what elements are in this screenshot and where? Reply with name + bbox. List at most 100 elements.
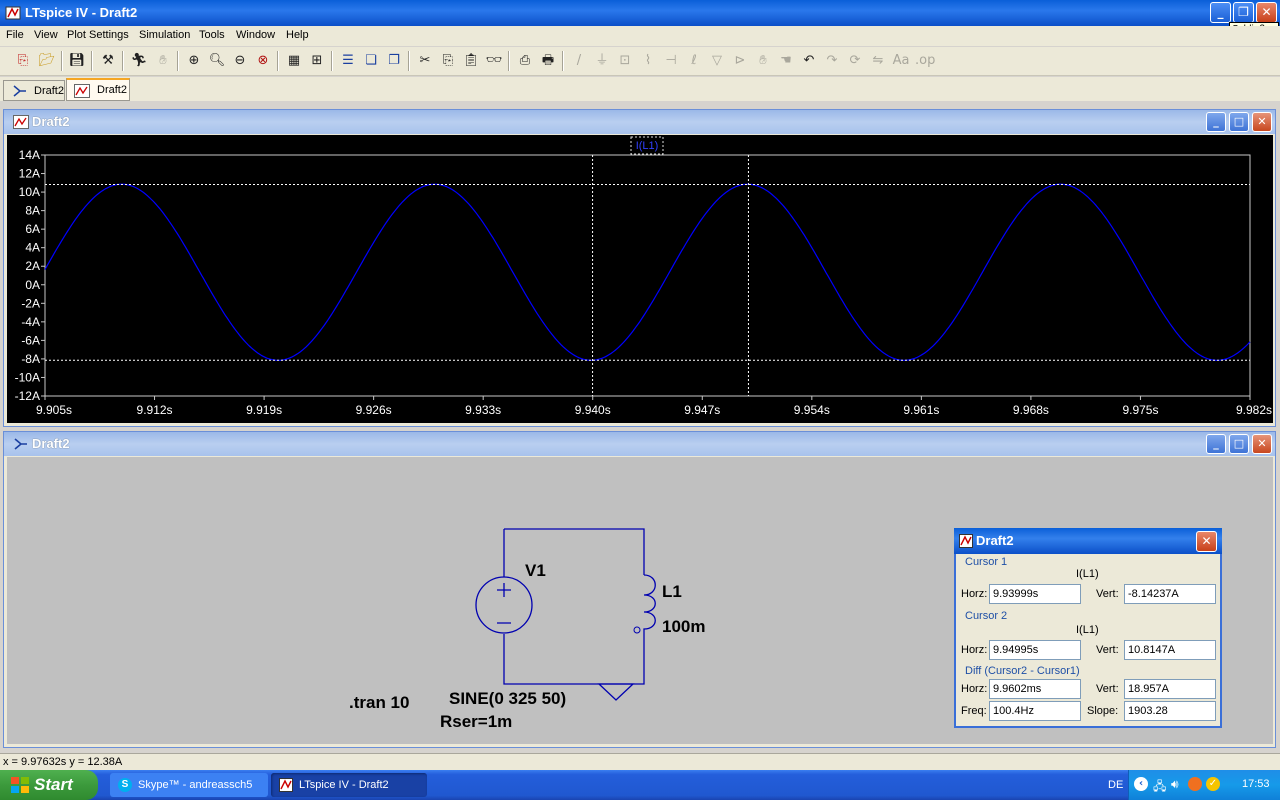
cursor1-horz-field[interactable]: 9.93999s xyxy=(989,584,1081,604)
inductor-value-label[interactable]: 100m xyxy=(662,617,705,637)
volume-icon[interactable]: 🔊︎ xyxy=(1171,777,1179,792)
halt-icon[interactable]: ✋︎ xyxy=(154,52,172,70)
inductor-icon[interactable]: ℓ xyxy=(685,52,703,70)
waveform-plot-svg[interactable]: 14A12A10A8A6A4A2A0A-2A-4A-6A-8A-10A-12A9… xyxy=(7,135,1273,423)
menu-help[interactable]: Help xyxy=(286,29,309,41)
x-tick-label: 9.968s xyxy=(1013,403,1049,417)
zoom-in-icon[interactable]: ⊕ xyxy=(185,52,203,70)
wire[interactable] xyxy=(503,634,645,685)
trace-label[interactable]: I(L1) xyxy=(636,140,659,152)
taskbar: Start S Skype™ - andreassch5 LTspice IV … xyxy=(0,770,1280,800)
taskbar-item-skype[interactable]: S Skype™ - andreassch5 xyxy=(110,773,268,797)
close-icon[interactable]: ✕ xyxy=(1196,531,1217,552)
menu-simulation[interactable]: Simulation xyxy=(139,29,190,41)
language-indicator[interactable]: DE xyxy=(1108,779,1123,791)
schematic-icon xyxy=(14,438,27,450)
inductor-l1[interactable] xyxy=(633,574,656,640)
resistor-icon[interactable]: ⌇ xyxy=(639,52,657,70)
main-titlebar[interactable]: LTspice IV - Draft2 _ ❐ ✕ xyxy=(0,0,1280,26)
source-rser-label[interactable]: Rser=1m xyxy=(440,712,512,732)
maximize-icon[interactable]: □ xyxy=(1229,112,1249,132)
close-icon[interactable]: ✕ xyxy=(1252,434,1272,454)
rotate-icon[interactable]: ⟳ xyxy=(846,52,864,70)
diff-vert-field[interactable]: 18.957A xyxy=(1124,679,1216,699)
undo-icon[interactable]: ↶ xyxy=(800,52,818,70)
cursor-dialog-titlebar[interactable]: Draft2 ✕ xyxy=(954,528,1222,554)
move-icon[interactable]: ✋︎ xyxy=(754,52,772,70)
x-tick-label: 9.919s xyxy=(246,403,282,417)
minimize-icon[interactable]: _ xyxy=(1206,434,1226,454)
close-icon[interactable]: ✕ xyxy=(1252,112,1272,132)
print-icon[interactable]: 🖶︎ xyxy=(539,52,557,70)
grid-icon[interactable]: ⊞ xyxy=(308,52,326,70)
menu-file[interactable]: File xyxy=(6,29,24,41)
menu-window[interactable]: Window xyxy=(236,29,275,41)
tab-schematic[interactable]: Draft2 xyxy=(3,80,65,101)
menu-tools[interactable]: Tools xyxy=(199,29,225,41)
diff-slope-field[interactable]: 1903.28 xyxy=(1124,701,1216,721)
app-title: LTspice IV - Draft2 xyxy=(25,5,138,20)
mirror-icon[interactable]: ⇋ xyxy=(869,52,887,70)
capacitor-icon[interactable]: ⊣ xyxy=(662,52,680,70)
tran-directive[interactable]: .tran 10 xyxy=(349,693,409,713)
diff-freq-field[interactable]: 100.4Hz xyxy=(989,701,1081,721)
paste-icon[interactable]: 📋︎ xyxy=(462,52,480,70)
tile-horizontal-icon[interactable]: ☰ xyxy=(339,52,357,70)
wire-icon[interactable]: / xyxy=(570,52,588,70)
cursor2-horz-field[interactable]: 9.94995s xyxy=(989,640,1081,660)
y-tick-label: -6A xyxy=(21,333,40,347)
redo-icon[interactable]: ↷ xyxy=(823,52,841,70)
source-name-label[interactable]: V1 xyxy=(525,561,546,581)
schematic-window-titlebar[interactable]: Draft2 _ □ ✕ xyxy=(4,432,1275,456)
ground-symbol[interactable] xyxy=(597,683,635,701)
waveform-window-titlebar[interactable]: Draft2 _ □ ✕ xyxy=(4,110,1275,134)
inductor-name-label[interactable]: L1 xyxy=(662,582,682,602)
security-center-icon[interactable]: ✓ xyxy=(1206,777,1220,791)
find-icon[interactable]: 👓︎ xyxy=(485,52,503,70)
save-icon[interactable]: 💾︎ xyxy=(68,52,86,70)
cursor2-vert-field[interactable]: 10.8147A xyxy=(1124,640,1216,660)
maximize-icon[interactable]: □ xyxy=(1229,434,1249,454)
zoom-fit-icon[interactable]: ⊗ xyxy=(254,52,272,70)
label-net-icon[interactable]: ⊡ xyxy=(616,52,634,70)
run-icon[interactable]: 🏃︎ xyxy=(130,52,148,70)
tab-waveform[interactable]: Draft2 xyxy=(66,78,130,101)
zoom-out-icon[interactable]: ⊖ xyxy=(231,52,249,70)
print-preview-icon[interactable]: ⎙ xyxy=(516,52,534,70)
close-icon[interactable]: ✕ xyxy=(1256,2,1277,23)
trace-i-l1[interactable] xyxy=(44,183,1251,361)
menu-view[interactable]: View xyxy=(34,29,58,41)
autorange-icon[interactable]: ▦ xyxy=(285,52,303,70)
ground-icon[interactable]: ⏚ xyxy=(593,52,611,70)
diff-horz-field[interactable]: 9.9602ms xyxy=(989,679,1081,699)
source-value-label[interactable]: SINE(0 325 50) xyxy=(449,689,566,709)
diff-horz-label: Horz: xyxy=(961,683,988,695)
voltage-source-v1[interactable] xyxy=(475,576,533,634)
drag-icon[interactable]: ☚ xyxy=(777,52,795,70)
control-panel-icon[interactable]: ⚒ xyxy=(99,52,117,70)
copy-icon[interactable]: ⎘ xyxy=(439,52,457,70)
minimize-icon[interactable]: _ xyxy=(1210,2,1231,23)
start-button[interactable]: Start xyxy=(0,770,98,800)
diode-icon[interactable]: ▽ xyxy=(708,52,726,70)
antivirus-icon[interactable] xyxy=(1188,777,1202,791)
cascade-icon[interactable]: ❏ xyxy=(362,52,380,70)
restore-icon[interactable]: ❐ xyxy=(1233,2,1254,23)
cursor1-vert-field[interactable]: -8.14237A xyxy=(1124,584,1216,604)
cut-icon[interactable]: ✂ xyxy=(416,52,434,70)
tray-expand-icon[interactable]: ‹ xyxy=(1134,777,1148,791)
network-icon[interactable]: 🖧︎ xyxy=(1153,777,1166,798)
open-folder-icon[interactable]: 📂︎ xyxy=(38,52,56,70)
spice-directive-icon[interactable]: .op xyxy=(915,52,935,70)
minimize-icon[interactable]: _ xyxy=(1206,112,1226,132)
y-tick-label: -2A xyxy=(21,296,40,310)
pan-icon[interactable]: 🔍︎ xyxy=(208,52,226,70)
menu-plot-settings[interactable]: Plot Settings xyxy=(67,29,129,41)
new-schematic-icon[interactable]: ⎘ xyxy=(14,52,32,70)
waveform-plot[interactable]: 14A 12A 10A 8A 6A 4A 2A 0A -2A -4A -6A -8A -10A -12A 9… xyxy=(7,135,1273,423)
x-tick-label: 9.940s xyxy=(575,403,611,417)
component-icon[interactable]: ⊳ xyxy=(731,52,749,70)
tile-vertical-icon[interactable]: ❐ xyxy=(385,52,403,70)
text-icon[interactable]: Aa xyxy=(892,52,910,70)
taskbar-item-ltspice[interactable]: LTspice IV - Draft2 xyxy=(271,773,427,797)
